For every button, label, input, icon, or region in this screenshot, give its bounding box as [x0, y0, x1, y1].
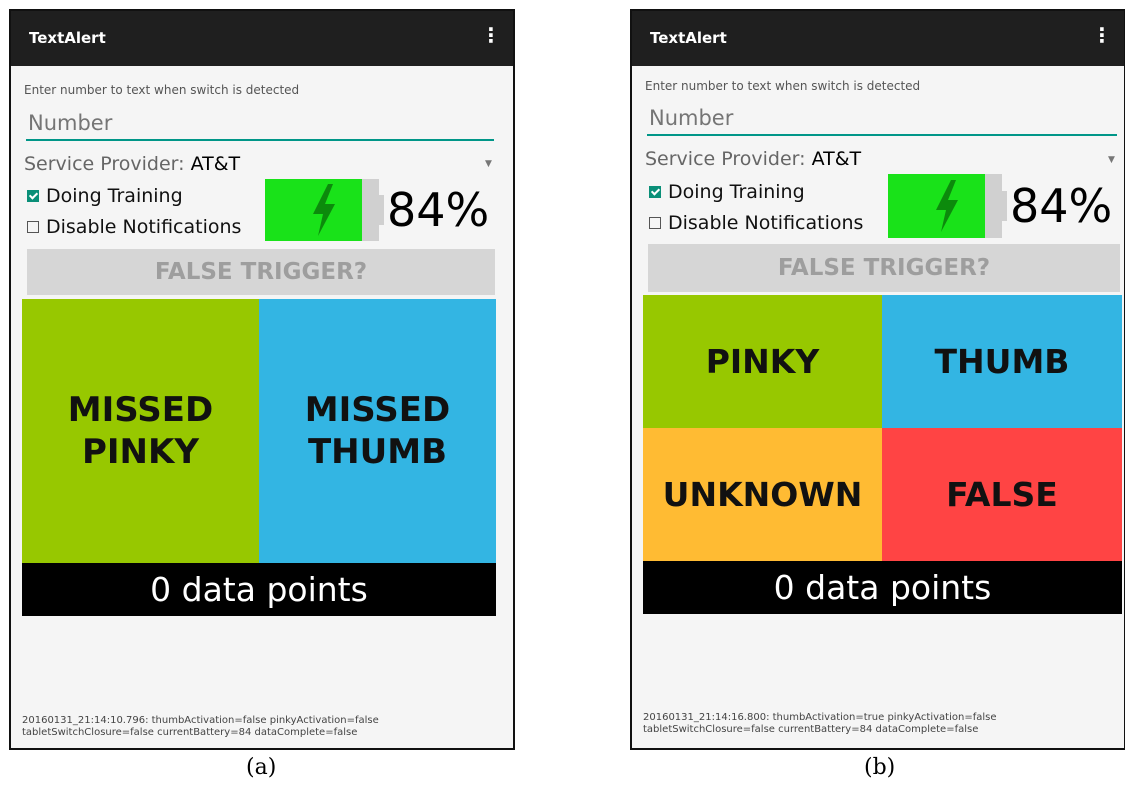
service-provider-label: Service Provider:	[645, 148, 806, 170]
service-provider-value: AT&T	[811, 148, 862, 170]
false-button[interactable]: FALSE	[882, 428, 1122, 561]
disable-notifications-label: Disable Notifications	[668, 212, 864, 234]
checkbox-checked-icon[interactable]	[649, 186, 661, 198]
pinky-button[interactable]: PINKY	[643, 295, 882, 428]
doing-training-checkbox[interactable]: Doing Training	[649, 181, 805, 203]
status-log-line: 20160131_21:14:10.796: thumbActivation=f…	[22, 715, 379, 726]
caption-b: (b)	[864, 755, 896, 780]
number-hint-label: Enter number to text when switch is dete…	[645, 79, 921, 93]
data-points-count: 0 data points	[22, 563, 496, 616]
battery-empty	[362, 179, 379, 241]
checkbox-unchecked-icon[interactable]	[649, 217, 661, 229]
disable-notifications-label: Disable Notifications	[46, 216, 242, 238]
status-log: 20160131_21:14:16.800: thumbActivation=t…	[643, 712, 997, 736]
battery-empty	[985, 174, 1002, 238]
disable-notifications-checkbox[interactable]: Disable Notifications	[649, 212, 863, 234]
doing-training-label: Doing Training	[46, 185, 183, 207]
thumb-button[interactable]: THUMB	[882, 295, 1122, 428]
service-provider-label: Service Provider:	[24, 153, 185, 175]
battery-nub	[1002, 191, 1007, 221]
missed-pinky-button[interactable]: MISSED PINKY	[22, 299, 259, 563]
unknown-button[interactable]: UNKNOWN	[643, 428, 882, 561]
overflow-menu-icon[interactable]: ⋮	[481, 25, 501, 45]
status-log-line: tabletSwitchClosure=false currentBattery…	[643, 724, 979, 735]
phone-number-input[interactable]	[647, 104, 1117, 136]
disable-notifications-checkbox[interactable]: Disable Notifications	[27, 216, 241, 238]
lightning-bolt-icon	[313, 184, 335, 236]
service-provider-select[interactable]: Service Provider: AT&T	[24, 153, 240, 175]
number-hint-label: Enter number to text when switch is dete…	[24, 83, 300, 97]
doing-training-label: Doing Training	[668, 181, 805, 203]
battery-percentage: 84%	[387, 183, 490, 237]
dropdown-arrow-icon[interactable]: ▼	[1108, 155, 1115, 165]
battery-nub	[379, 195, 384, 225]
false-trigger-button[interactable]: FALSE TRIGGER?	[27, 249, 495, 295]
phone-number-input[interactable]	[26, 109, 494, 141]
app-title: TextAlert	[650, 29, 727, 47]
missed-thumb-button[interactable]: MISSED THUMB	[259, 299, 496, 563]
status-log: 20160131_21:14:10.796: thumbActivation=f…	[22, 715, 379, 739]
app-bar: TextAlert ⋮	[632, 11, 1124, 66]
checkbox-checked-icon[interactable]	[27, 190, 39, 202]
service-provider-value: AT&T	[190, 153, 241, 175]
status-log-line: tabletSwitchClosure=false currentBattery…	[22, 727, 358, 738]
checkbox-unchecked-icon[interactable]	[27, 221, 39, 233]
overflow-menu-icon[interactable]: ⋮	[1092, 25, 1112, 45]
false-trigger-button[interactable]: FALSE TRIGGER?	[648, 244, 1120, 292]
dropdown-arrow-icon[interactable]: ▼	[485, 159, 492, 169]
app-bar: TextAlert ⋮	[11, 11, 513, 66]
app-title: TextAlert	[29, 29, 106, 47]
status-log-line: 20160131_21:14:16.800: thumbActivation=t…	[643, 712, 997, 723]
caption-a: (a)	[246, 755, 277, 780]
battery-percentage: 84%	[1010, 179, 1113, 233]
lightning-bolt-icon	[936, 180, 958, 232]
data-points-count: 0 data points	[643, 561, 1122, 614]
doing-training-checkbox[interactable]: Doing Training	[27, 185, 183, 207]
service-provider-select[interactable]: Service Provider: AT&T	[645, 148, 861, 170]
screenshot-panel-b: TextAlert ⋮ Enter number to text when sw…	[630, 9, 1125, 750]
screenshot-panel-a: TextAlert ⋮ Enter number to text when sw…	[9, 9, 515, 750]
